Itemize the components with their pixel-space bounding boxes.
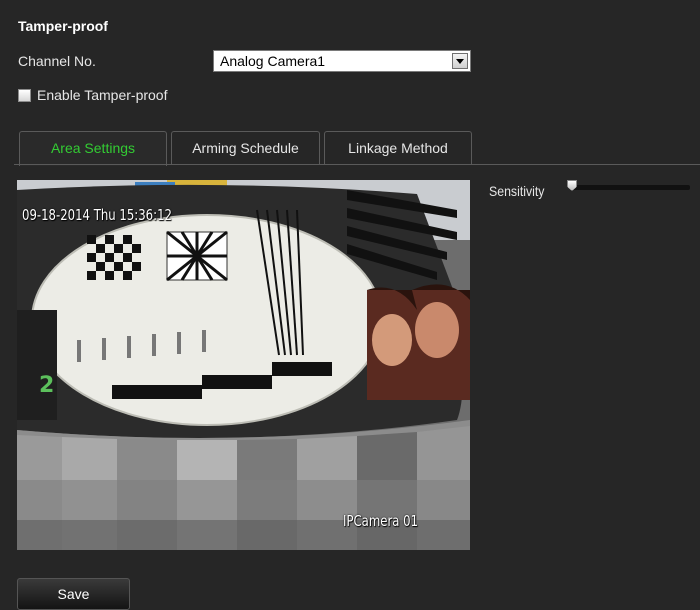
channel-label: Channel No.: [18, 53, 96, 69]
video-timestamp: 09-18-2014 Thu 15:36:12: [22, 206, 172, 224]
camera-scene: 2: [17, 180, 470, 550]
tab-arming-schedule[interactable]: Arming Schedule: [171, 131, 320, 165]
page-title: Tamper-proof: [18, 18, 108, 34]
enable-tamper-proof-checkbox[interactable]: [18, 89, 31, 102]
sensitivity-label: Sensitivity: [489, 183, 545, 199]
enable-tamper-proof-label: Enable Tamper-proof: [37, 87, 168, 103]
chevron-down-icon[interactable]: [452, 53, 468, 69]
tab-divider: [14, 164, 700, 165]
tab-linkage-method[interactable]: Linkage Method: [324, 131, 472, 165]
sensitivity-slider[interactable]: [572, 185, 690, 190]
video-preview[interactable]: 2 09-18-2014 Thu 15:36:12 IPCamera 01: [17, 180, 470, 550]
save-button[interactable]: Save: [17, 578, 130, 610]
tab-area-settings[interactable]: Area Settings: [19, 131, 167, 166]
svg-text:2: 2: [39, 373, 54, 398]
channel-select-value: Analog Camera1: [220, 53, 326, 69]
channel-select[interactable]: Analog Camera1: [213, 50, 471, 72]
video-camera-name: IPCamera 01: [343, 512, 419, 530]
